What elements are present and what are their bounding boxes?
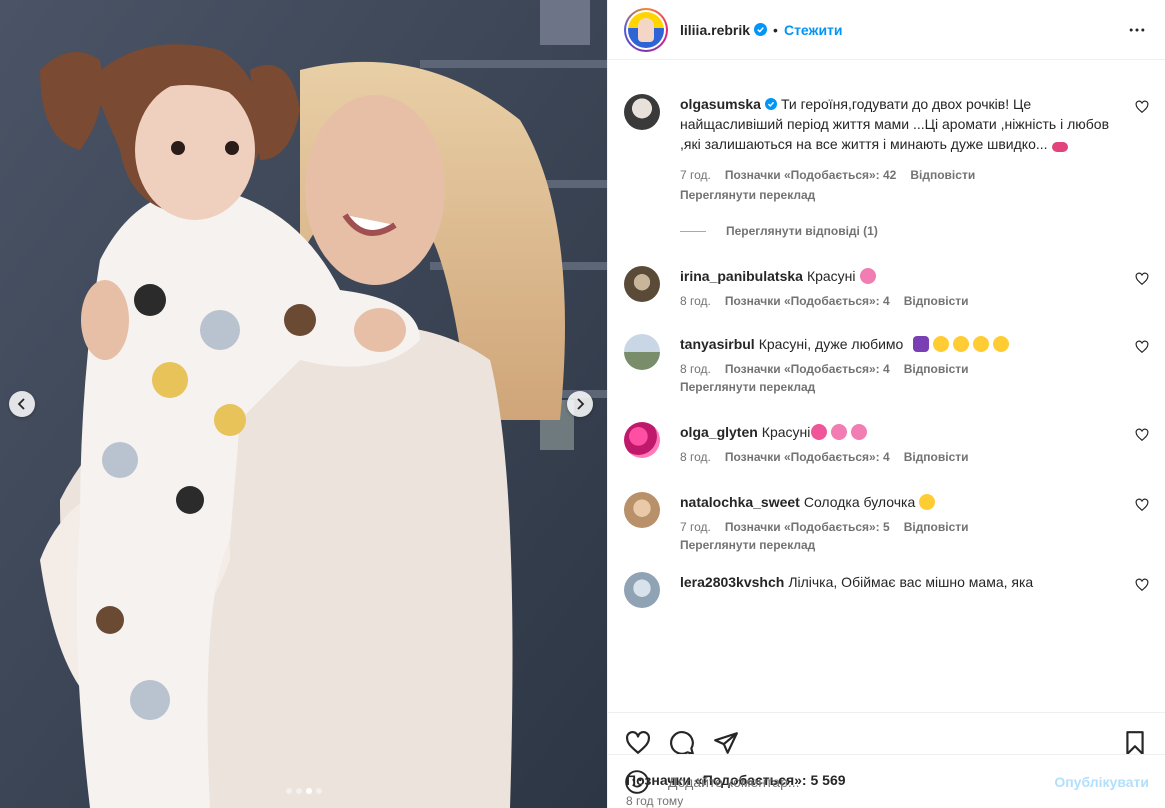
heart-eyes-icon: [993, 336, 1010, 352]
heart-eyes-icon: [919, 494, 936, 510]
comment-likes[interactable]: Позначки «Подобається»: 4: [725, 294, 890, 308]
view-replies-label: Переглянути відповіді (1): [726, 224, 878, 238]
see-translation-button[interactable]: Переглянути переклад: [680, 538, 1123, 552]
carousel-next-button[interactable]: [567, 391, 593, 417]
verified-badge-icon: [764, 98, 777, 110]
comment-username[interactable]: irina_panibulatska: [680, 268, 803, 284]
bookmark-icon: [1126, 730, 1144, 755]
comment-username[interactable]: olgasumska: [680, 96, 761, 112]
heart-eyes-icon: [933, 336, 950, 352]
reply-button[interactable]: Відповісти: [910, 168, 975, 182]
comment-item: natalochka_sweet Солодка булочка 7 год. П…: [624, 492, 1149, 552]
comments-list[interactable]: olgasumska Ти героїня,годувати до двох ро…: [608, 60, 1165, 712]
carousel-dot: [315, 788, 322, 794]
chevron-right-icon: [577, 398, 585, 410]
comment-button[interactable]: [668, 729, 696, 757]
comment-avatar[interactable]: [624, 572, 660, 608]
carousel-dot: [295, 788, 302, 794]
reply-button[interactable]: Відповісти: [904, 450, 969, 464]
comment-likes[interactable]: Позначки «Подобається»: 5: [725, 520, 890, 534]
post-dialog: liliia.rebrik • Стежити olgasumska Ти гер…: [0, 0, 1165, 808]
comment-likes[interactable]: Позначки «Подобається»: 4: [725, 450, 890, 464]
flower-icon: [851, 424, 868, 440]
comment-bubble-icon: [670, 730, 694, 755]
flower-icon: [859, 268, 876, 284]
comment-likes[interactable]: Позначки «Подобається»: 42: [725, 168, 896, 182]
comment-item: irina_panibulatska Красуні 8 год. Позначк…: [624, 266, 1149, 308]
comment-text: Красуні, дуже любимо: [758, 336, 904, 352]
comment-item: olgasumska Ти героїня,годувати до двох ро…: [624, 94, 1149, 202]
like-comment-heart-icon[interactable]: [1135, 272, 1149, 286]
comment-time: 7 год.: [680, 168, 711, 182]
comment-text: Солодка булочка: [803, 494, 916, 510]
see-translation-button[interactable]: Переглянути переклад: [680, 188, 1123, 202]
comment-avatar[interactable]: [624, 94, 660, 130]
comment-composer: Опублікувати: [608, 754, 1165, 808]
post-media: [0, 0, 607, 808]
like-comment-heart-icon[interactable]: [1135, 428, 1149, 442]
save-button[interactable]: [1121, 729, 1149, 757]
carousel-dot-active: [305, 788, 312, 794]
more-horizontal-icon: [1129, 28, 1145, 31]
comment-text: Красуні: [806, 268, 856, 284]
reply-button[interactable]: Відповісти: [904, 520, 969, 534]
comment-time: 8 год.: [680, 450, 711, 464]
comment-input[interactable]: [668, 773, 1055, 790]
see-translation-button[interactable]: Переглянути переклад: [680, 380, 1123, 394]
comment-username[interactable]: olga_glyten: [680, 424, 758, 440]
comment-username[interactable]: lera2803kvshch: [680, 574, 784, 590]
publish-comment-button[interactable]: Опублікувати: [1054, 774, 1149, 790]
comment-avatar[interactable]: [624, 422, 660, 458]
header-separator: •: [773, 21, 778, 38]
post-photo: [0, 0, 607, 808]
comment-likes[interactable]: Позначки «Подобається»: 4: [725, 362, 890, 376]
comment-avatar[interactable]: [624, 334, 660, 370]
comment-item: lera2803kvshch Лілічка, Обіймає вас мішно…: [624, 572, 1149, 608]
comment-item: olga_glyten Красуні 8 год. Позначки «Подо…: [624, 422, 1149, 464]
comment-text: Красуні: [761, 424, 811, 440]
emoji-smiley-icon[interactable]: [624, 769, 650, 795]
comment-text: Лілічка, Обіймає вас мішно мама, яка: [788, 574, 1034, 590]
carousel-indicator: [0, 788, 607, 794]
more-options-button[interactable]: [1125, 18, 1149, 42]
comment-time: 8 год.: [680, 294, 711, 308]
reply-button[interactable]: Відповісти: [904, 362, 969, 376]
flower-icon: [831, 424, 848, 440]
comment-username[interactable]: tanyasirbul: [680, 336, 755, 352]
heart-icon: [626, 730, 650, 754]
grapes-icon: [913, 336, 930, 352]
comment-avatar[interactable]: [624, 492, 660, 528]
carousel-dot: [285, 788, 292, 794]
chevron-left-icon: [17, 398, 25, 410]
comment-time: 8 год.: [680, 362, 711, 376]
replies-line: [680, 230, 706, 232]
view-replies-button[interactable]: Переглянути відповіді (1): [680, 224, 1149, 238]
comment-avatar[interactable]: [624, 266, 660, 302]
post-sidebar: liliia.rebrik • Стежити olgasumska Ти гер…: [607, 0, 1165, 808]
comment-username[interactable]: natalochka_sweet: [680, 494, 800, 510]
post-header: liliia.rebrik • Стежити: [608, 0, 1165, 60]
like-button[interactable]: [624, 729, 652, 757]
heart-eyes-icon: [973, 336, 990, 352]
share-button[interactable]: [712, 729, 740, 757]
author-username[interactable]: liliia.rebrik: [680, 22, 750, 38]
heart-eyes-icon: [953, 336, 970, 352]
like-comment-heart-icon[interactable]: [1135, 578, 1149, 592]
comment-time: 7 год.: [680, 520, 711, 534]
like-comment-heart-icon[interactable]: [1135, 340, 1149, 354]
paper-plane-icon: [714, 731, 738, 754]
comment-item: tanyasirbul Красуні, дуже любимо 8 год. П…: [624, 334, 1149, 394]
verified-badge-icon: [754, 23, 768, 36]
author-avatar[interactable]: [624, 7, 668, 52]
two-hearts-icon: [811, 424, 828, 440]
kiss-lips-icon: [1051, 142, 1068, 152]
carousel-prev-button[interactable]: [9, 391, 35, 417]
follow-button[interactable]: Стежити: [784, 22, 843, 38]
like-comment-heart-icon[interactable]: [1135, 498, 1149, 512]
like-comment-heart-icon[interactable]: [1135, 100, 1149, 114]
reply-button[interactable]: Відповісти: [904, 294, 969, 308]
